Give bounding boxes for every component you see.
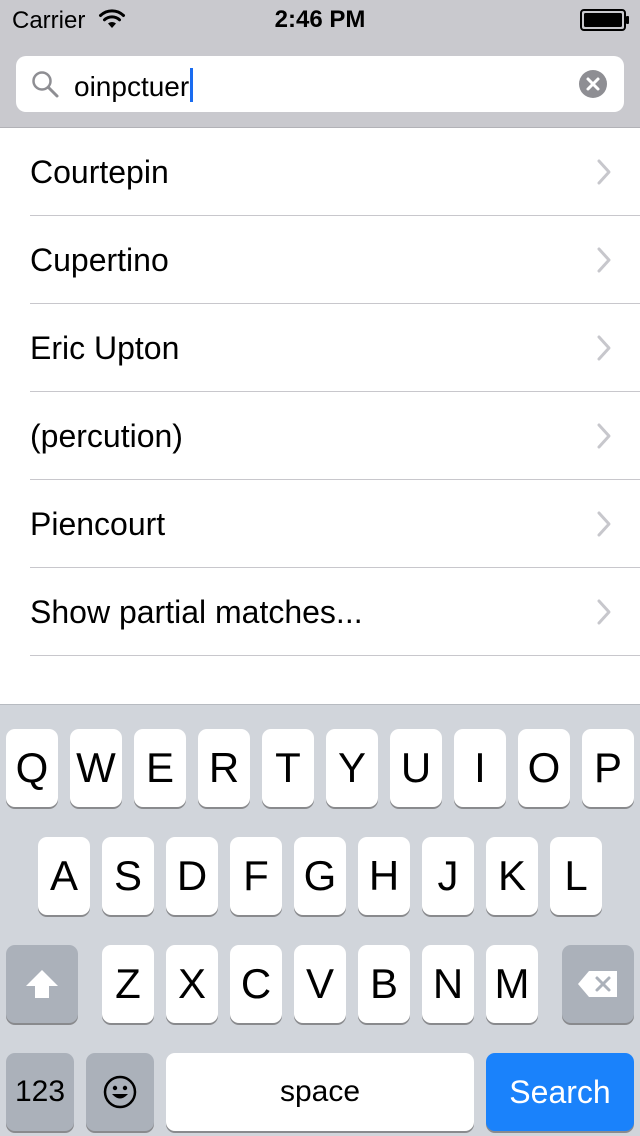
key-r[interactable]: R — [198, 729, 250, 807]
key-t[interactable]: T — [262, 729, 314, 807]
list-item[interactable]: (percution) — [0, 392, 640, 480]
space-key[interactable]: space — [166, 1053, 474, 1131]
key-a[interactable]: A — [38, 837, 90, 915]
chevron-right-icon — [597, 423, 611, 449]
key-w[interactable]: W — [70, 729, 122, 807]
search-input-value: oinpctuer — [74, 68, 194, 103]
list-item[interactable]: Piencourt — [0, 480, 640, 568]
key-d[interactable]: D — [166, 837, 218, 915]
key-q[interactable]: Q — [6, 729, 58, 807]
row-separator — [30, 655, 640, 656]
chevron-right-icon — [597, 247, 611, 273]
shift-icon — [26, 970, 58, 998]
shift-key[interactable] — [6, 945, 78, 1023]
status-bar: Carrier 2:46 PM — [0, 0, 640, 40]
keyboard: Q W E R T Y U I O P A S D F G H J K L Z … — [0, 704, 640, 1136]
list-item[interactable]: Cupertino — [0, 216, 640, 304]
show-partial-matches-row[interactable]: Show partial matches... — [0, 568, 640, 656]
key-o[interactable]: O — [518, 729, 570, 807]
emoji-icon — [103, 1075, 137, 1109]
search-key[interactable]: Search — [486, 1053, 634, 1131]
list-item-label: Eric Upton — [30, 330, 180, 366]
status-time: 2:46 PM — [274, 6, 366, 33]
key-v[interactable]: V — [294, 945, 346, 1023]
list-item[interactable]: Courtepin — [0, 128, 640, 216]
battery-icon — [580, 9, 629, 31]
key-h[interactable]: H — [358, 837, 410, 915]
clear-icon[interactable] — [578, 69, 608, 99]
key-z[interactable]: Z — [102, 945, 154, 1023]
list-item-label: Piencourt — [30, 506, 166, 542]
key-k[interactable]: K — [486, 837, 538, 915]
key-g[interactable]: G — [294, 837, 346, 915]
text-caret — [190, 68, 194, 102]
key-f[interactable]: F — [230, 837, 282, 915]
chevron-right-icon — [597, 599, 611, 625]
delete-icon — [578, 971, 617, 997]
key-l[interactable]: L — [550, 837, 602, 915]
chevron-right-icon — [597, 159, 611, 185]
numbers-key[interactable]: 123 — [6, 1053, 74, 1131]
search-header: Carrier 2:46 PM oinpctuer — [0, 0, 640, 128]
list-item-label: Show partial matches... — [30, 594, 363, 630]
search-input[interactable]: oinpctuer — [16, 56, 624, 112]
key-p[interactable]: P — [582, 729, 634, 807]
key-s[interactable]: S — [102, 837, 154, 915]
key-m[interactable]: M — [486, 945, 538, 1023]
key-c[interactable]: C — [230, 945, 282, 1023]
emoji-key[interactable] — [86, 1053, 154, 1131]
key-n[interactable]: N — [422, 945, 474, 1023]
delete-key[interactable] — [562, 945, 634, 1023]
list-item-label: Courtepin — [30, 154, 169, 190]
key-u[interactable]: U — [390, 729, 442, 807]
key-b[interactable]: B — [358, 945, 410, 1023]
key-x[interactable]: X — [166, 945, 218, 1023]
list-item-label: (percution) — [30, 418, 183, 454]
key-j[interactable]: J — [422, 837, 474, 915]
key-y[interactable]: Y — [326, 729, 378, 807]
chevron-right-icon — [597, 335, 611, 361]
key-i[interactable]: I — [454, 729, 506, 807]
list-item[interactable]: Eric Upton — [0, 304, 640, 392]
search-icon — [32, 71, 59, 98]
list-item-label: Cupertino — [30, 242, 169, 278]
chevron-right-icon — [597, 511, 611, 537]
key-e[interactable]: E — [134, 729, 186, 807]
results-list: Courtepin Cupertino Eric Upton (percutio… — [0, 128, 640, 704]
